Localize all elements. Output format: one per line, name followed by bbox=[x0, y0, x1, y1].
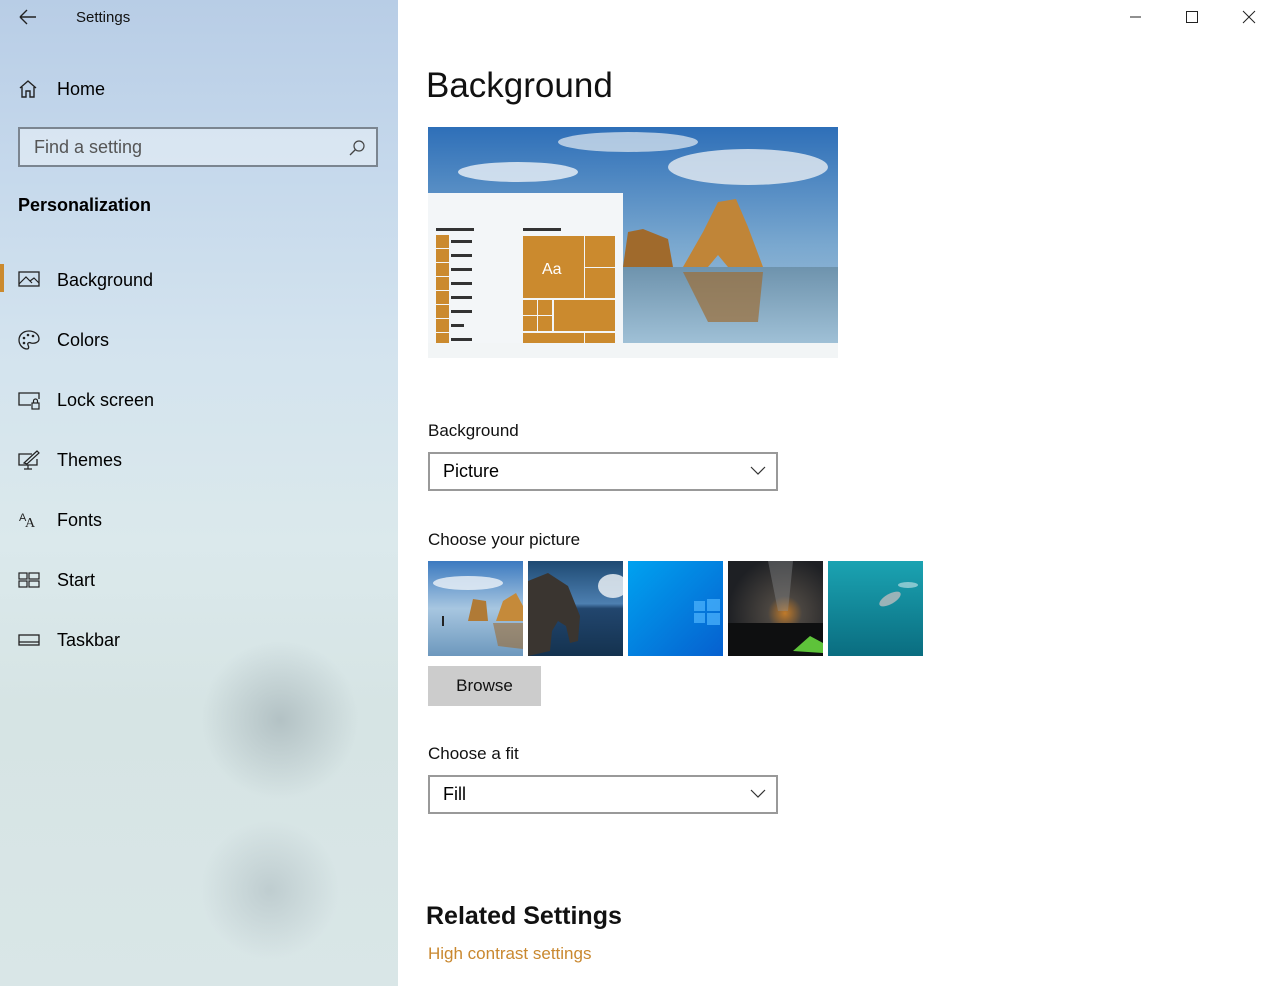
home-icon bbox=[19, 80, 37, 98]
sidebar-item-home[interactable]: Home bbox=[18, 76, 105, 102]
sidebar: Settings Home Personalization Background… bbox=[0, 0, 398, 986]
fonts-icon: AA bbox=[19, 512, 36, 530]
taskbar-icon bbox=[18, 634, 40, 646]
svg-text:A: A bbox=[25, 516, 36, 530]
background-blur bbox=[200, 820, 340, 960]
desktop-preview: Aa bbox=[428, 127, 838, 358]
start-icon bbox=[18, 572, 40, 588]
background-dropdown[interactable]: Picture bbox=[428, 452, 778, 491]
sidebar-item-fonts[interactable]: AA Fonts bbox=[0, 500, 398, 540]
section-title: Personalization bbox=[18, 195, 152, 215]
sidebar-item-label: Fonts bbox=[57, 509, 103, 530]
chevron-down-icon bbox=[750, 789, 766, 798]
background-label: Background bbox=[428, 421, 519, 440]
home-label: Home bbox=[57, 78, 106, 99]
sidebar-item-taskbar[interactable]: Taskbar bbox=[0, 620, 398, 660]
search-input[interactable] bbox=[20, 136, 340, 158]
sidebar-item-label: Colors bbox=[57, 329, 110, 350]
picture-windows-blue-image bbox=[628, 561, 723, 656]
fit-dropdown[interactable]: Fill bbox=[428, 775, 778, 814]
search-icon[interactable] bbox=[348, 139, 366, 157]
lock-screen-icon bbox=[18, 392, 40, 410]
sidebar-item-colors[interactable]: Colors bbox=[0, 320, 398, 360]
fit-dropdown-value: Fill bbox=[443, 784, 466, 804]
picture-icon bbox=[18, 271, 40, 287]
picture-rock-arch-image bbox=[528, 561, 623, 656]
related-settings-title: Related Settings bbox=[426, 902, 622, 930]
sidebar-item-label: Start bbox=[57, 569, 96, 590]
sidebar-item-background[interactable]: Background bbox=[0, 260, 398, 300]
close-button[interactable] bbox=[1225, 0, 1271, 34]
back-arrow-icon bbox=[19, 9, 36, 25]
sidebar-item-label: Taskbar bbox=[57, 629, 121, 650]
preview-tile-text: Aa bbox=[542, 261, 562, 278]
minimize-icon bbox=[1130, 16, 1141, 18]
sidebar-item-themes[interactable]: Themes bbox=[0, 440, 398, 480]
preview-image bbox=[428, 127, 838, 343]
sidebar-item-lock-screen[interactable]: Lock screen bbox=[0, 380, 398, 420]
active-indicator bbox=[0, 264, 4, 292]
picture-thumbnail-night-sky[interactable] bbox=[728, 561, 823, 656]
close-icon bbox=[1242, 10, 1256, 24]
picture-thumbnail-underwater[interactable] bbox=[828, 561, 923, 656]
maximize-icon bbox=[1186, 11, 1198, 23]
app-title: Settings bbox=[76, 9, 131, 26]
search-box[interactable] bbox=[18, 127, 378, 167]
page-title: Background bbox=[426, 66, 613, 105]
back-button[interactable] bbox=[16, 6, 40, 28]
picture-thumbnail-windows-blue[interactable] bbox=[628, 561, 723, 656]
sidebar-item-label: Background bbox=[57, 269, 154, 290]
picture-underwater-image bbox=[828, 561, 923, 656]
background-blur bbox=[200, 640, 360, 800]
minimize-button[interactable] bbox=[1112, 0, 1158, 34]
background-dropdown-value: Picture bbox=[443, 461, 500, 481]
picture-night-sky-image bbox=[728, 561, 823, 656]
themes-icon bbox=[18, 450, 40, 470]
maximize-button[interactable] bbox=[1169, 0, 1215, 34]
picture-beach-rocks-image bbox=[428, 561, 523, 656]
main-content: Background Aa Background Picture Choose … bbox=[398, 0, 1273, 986]
sidebar-item-label: Themes bbox=[57, 449, 123, 470]
fit-label: Choose a fit bbox=[428, 744, 519, 763]
choose-picture-label: Choose your picture bbox=[428, 530, 581, 549]
browse-button[interactable]: Browse bbox=[428, 666, 541, 706]
chevron-down-icon bbox=[750, 466, 766, 475]
picture-thumbnail-beach-rocks[interactable] bbox=[428, 561, 523, 656]
sidebar-item-start[interactable]: Start bbox=[0, 560, 398, 600]
sidebar-item-label: Lock screen bbox=[57, 389, 155, 410]
high-contrast-settings-link[interactable]: High contrast settings bbox=[428, 944, 591, 964]
picture-thumbnail-rock-arch[interactable] bbox=[528, 561, 623, 656]
palette-icon bbox=[18, 330, 40, 350]
